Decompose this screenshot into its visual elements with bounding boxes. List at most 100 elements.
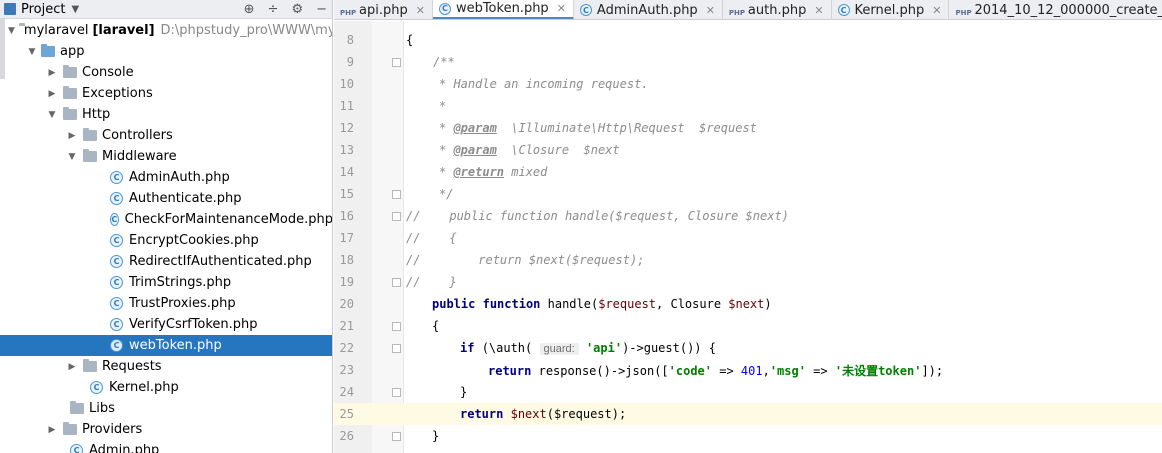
tree-item-label: VerifyCsrfToken.php — [129, 317, 258, 332]
tree-item-label: Requests — [102, 359, 162, 374]
fold-marker-icon[interactable] — [392, 277, 401, 287]
code-text: } — [432, 429, 440, 443]
project-panel-title[interactable]: Project — [21, 2, 65, 17]
chevron-right-icon[interactable]: ▶ — [67, 362, 77, 372]
code-text: * @param \Closure $next — [439, 143, 620, 157]
code-line[interactable]: 8 { — [334, 29, 1162, 51]
target-icon[interactable]: ⊕ — [244, 2, 255, 17]
tree-item-controllers[interactable]: ▶ Controllers — [0, 125, 332, 146]
tree-item-app[interactable]: ▼ app — [0, 41, 332, 62]
tab-adminauth-php[interactable]: C AdminAuth.php ✕ — [574, 0, 723, 19]
code-line[interactable]: 14 * @return mixed — [334, 161, 1162, 183]
chevron-down-icon[interactable]: ▼ — [47, 110, 57, 120]
tab-kernel-php[interactable]: C Kernel.php ✕ — [832, 0, 950, 19]
line-number: 23 — [339, 363, 354, 377]
tab-create-users-table[interactable]: PHP 2014_10_12_000000_create_users_table… — [949, 0, 1162, 19]
tree-item-label: Libs — [89, 401, 115, 416]
tree-item-label: Exceptions — [82, 86, 153, 101]
fold-marker-icon[interactable] — [392, 321, 401, 331]
tree-item-middleware[interactable]: ▼ Middleware — [0, 146, 332, 167]
tree-root-mylaravel[interactable]: ▼ mylaravel [laravel] D:\phpstudy_pro\WW… — [0, 20, 332, 41]
code-editor[interactable]: 8 { 9 /** 10 * Handle an incoming reques… — [334, 21, 1162, 453]
code-line[interactable]: 18 // return $next($request); — [334, 249, 1162, 271]
code-line[interactable]: 19 // } — [334, 271, 1162, 293]
code-line[interactable]: 22 if (\auth( guard: 'api')->guest()) { — [334, 337, 1162, 359]
code-line[interactable]: 16 // public function handle($request, C… — [334, 205, 1162, 227]
tree-item-requests[interactable]: ▶ Requests — [0, 356, 332, 377]
code-line[interactable]: 10 * Handle an incoming request. — [334, 73, 1162, 95]
code-line[interactable]: 17 // { — [334, 227, 1162, 249]
fold-marker-icon[interactable] — [392, 431, 401, 441]
project-panel-header: Project ▼ ⊕ ÷ ⚙ − — [0, 0, 332, 19]
close-icon[interactable]: ✕ — [416, 4, 425, 17]
chevron-down-icon[interactable]: ▼ — [71, 4, 79, 15]
tree-item-trimstrings[interactable]: C TrimStrings.php — [0, 272, 332, 293]
chevron-right-icon[interactable]: ▶ — [67, 131, 77, 141]
tree-item-label: Http — [82, 107, 111, 122]
code-line[interactable]: 13 * @param \Closure $next — [334, 139, 1162, 161]
chevron-right-icon[interactable]: ▶ — [47, 425, 57, 435]
tree-item-kernel[interactable]: C Kernel.php — [0, 377, 332, 398]
chevron-right-icon[interactable]: ▶ — [47, 89, 57, 99]
close-icon[interactable]: ✕ — [932, 4, 941, 17]
code-text: /** — [433, 55, 455, 69]
collapse-icon[interactable]: ÷ — [268, 2, 279, 17]
code-line[interactable]: 21 { — [334, 315, 1162, 337]
tree-item-label: TrustProxies.php — [129, 296, 236, 311]
chevron-down-icon[interactable]: ▼ — [67, 152, 77, 162]
class-file-icon: C — [110, 171, 123, 184]
tab-webtoken-php[interactable]: C webToken.php ✕ — [432, 0, 574, 19]
tree-item-exceptions[interactable]: ▶ Exceptions — [0, 83, 332, 104]
line-number: 8 — [346, 33, 354, 47]
tab-api-php[interactable]: PHP api.php ✕ — [334, 0, 433, 19]
close-icon[interactable]: ✕ — [706, 4, 715, 17]
chevron-right-icon[interactable]: ▶ — [47, 68, 57, 78]
fold-marker-icon[interactable] — [392, 387, 401, 397]
php-file-icon: PHP — [728, 8, 746, 17]
editor-tab-bar: PHP api.php ✕ C webToken.php ✕ C AdminAu… — [334, 0, 1162, 20]
tab-auth-php[interactable]: PHP auth.php ✕ — [723, 0, 832, 19]
tree-item-redirectifauthenticated[interactable]: C RedirectIfAuthenticated.php — [0, 251, 332, 272]
folder-icon — [63, 86, 77, 99]
code-text: * Handle an incoming request. — [439, 77, 649, 91]
tree-item-adminauth[interactable]: C AdminAuth.php — [0, 167, 332, 188]
line-number: 22 — [339, 341, 354, 355]
code-line[interactable]: 9 /** — [334, 51, 1162, 73]
gear-icon[interactable]: ⚙ — [291, 2, 303, 17]
code-line[interactable]: 23 return response()->json(['code' => 40… — [334, 359, 1162, 381]
code-line[interactable]: 11 * — [334, 95, 1162, 117]
tree-item-authenticate[interactable]: C Authenticate.php — [0, 188, 332, 209]
code-line-current[interactable]: 25 return $next($request); — [334, 403, 1162, 425]
tree-item-label: CheckForMaintenanceMode.php — [124, 212, 333, 227]
fold-marker-icon[interactable] — [392, 189, 401, 199]
tree-item-http[interactable]: ▼ Http — [0, 104, 332, 125]
fold-marker-icon[interactable] — [392, 343, 401, 353]
class-file-icon: C — [110, 213, 119, 226]
tree-item-checkformaintenancemode[interactable]: C CheckForMaintenanceMode.php — [0, 209, 333, 230]
tree-item-verifycsrftoken[interactable]: C VerifyCsrfToken.php — [0, 314, 332, 335]
line-number: 13 — [339, 143, 354, 157]
code-line[interactable]: 26 } — [334, 425, 1162, 447]
fold-marker-icon[interactable] — [392, 211, 401, 221]
tree-item-libs[interactable]: Libs — [0, 398, 332, 419]
tree-item-providers[interactable]: ▶ Providers — [0, 419, 332, 440]
fold-marker-icon[interactable] — [392, 57, 401, 67]
tree-item-webtoken[interactable]: C webToken.php — [0, 335, 332, 356]
tree-item-trustproxies[interactable]: C TrustProxies.php — [0, 293, 332, 314]
minimize-icon[interactable]: − — [316, 2, 327, 17]
tree-item-label: AdminAuth.php — [129, 170, 230, 185]
tree-item-admin[interactable]: C Admin.php — [0, 440, 332, 453]
chevron-down-icon[interactable]: ▼ — [27, 47, 37, 57]
close-icon[interactable]: ✕ — [814, 4, 823, 17]
code-line[interactable]: 24 } — [334, 381, 1162, 403]
code-line[interactable]: 20 public function handle($request, Clos… — [334, 293, 1162, 315]
tree-item-encryptcookies[interactable]: C EncryptCookies.php — [0, 230, 332, 251]
close-icon[interactable]: ✕ — [557, 2, 566, 15]
code-text: return response()->json(['code' => 401,'… — [488, 363, 944, 378]
tree-item-console[interactable]: ▶ Console — [0, 62, 332, 83]
code-line[interactable]: 15 */ — [334, 183, 1162, 205]
tree-item-label: Admin.php — [89, 443, 160, 453]
code-line[interactable]: 12 * @param \Illuminate\Http\Request $re… — [334, 117, 1162, 139]
code-text: * — [439, 99, 447, 113]
chevron-down-icon[interactable]: ▼ — [8, 26, 15, 36]
